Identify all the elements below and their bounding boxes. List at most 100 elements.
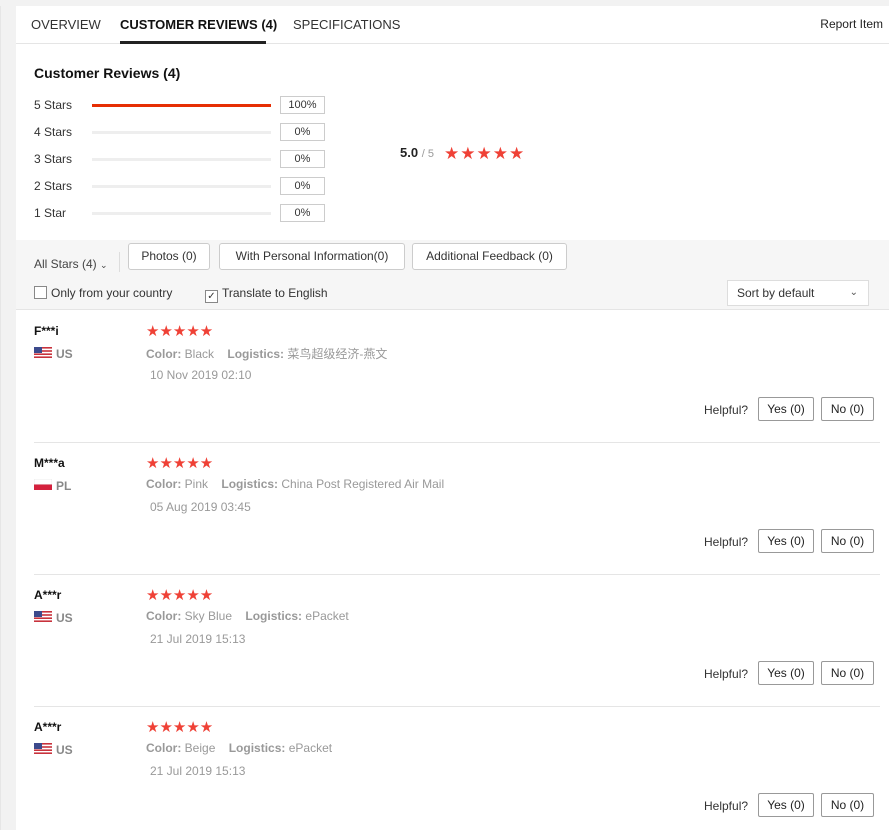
reviewer-country: US bbox=[56, 611, 73, 625]
helpful-label: Helpful? bbox=[704, 535, 749, 549]
helpful-label: Helpful? bbox=[704, 667, 749, 681]
reviewer-name: A***r bbox=[34, 588, 62, 602]
helpful-label: Helpful? bbox=[704, 799, 749, 813]
rating-row-2[interactable]: 2 Stars 0% bbox=[34, 177, 334, 195]
color-key: Color: bbox=[146, 347, 182, 361]
reviewer-name: M***a bbox=[34, 456, 65, 470]
review-stars-icon: ★★★★★ bbox=[146, 455, 214, 472]
rating-label: 4 Stars bbox=[34, 125, 73, 139]
rating-percent: 0% bbox=[280, 150, 325, 168]
pl-flag-icon bbox=[34, 479, 52, 490]
color-key: Color: bbox=[146, 609, 182, 623]
rating-percent: 0% bbox=[280, 177, 325, 195]
rating-label: 2 Stars bbox=[34, 179, 73, 193]
us-flag-icon bbox=[34, 743, 52, 754]
checkmark-icon[interactable]: ✓ bbox=[205, 290, 218, 303]
all-stars-dropdown[interactable]: All Stars (4) ⌄ bbox=[34, 257, 108, 271]
logistics-value: 菜鸟超级经济-燕文 bbox=[287, 347, 388, 361]
logistics-key: Logistics: bbox=[228, 741, 286, 755]
review-filter-bar: All Stars (4) ⌄ Photos (0) With Personal… bbox=[16, 240, 889, 310]
helpful-yes-button[interactable]: Yes (0) bbox=[758, 793, 814, 817]
logistics-value: ePacket bbox=[305, 609, 349, 623]
all-stars-label: All Stars (4) bbox=[34, 257, 97, 271]
active-tab-indicator bbox=[120, 41, 266, 44]
color-key: Color: bbox=[146, 477, 182, 491]
color-key: Color: bbox=[146, 741, 182, 755]
translate-checkbox[interactable]: ✓ Translate to English bbox=[205, 286, 328, 303]
color-value: Sky Blue bbox=[184, 609, 233, 623]
reviewer-name: F***i bbox=[34, 324, 59, 338]
checkbox-box[interactable] bbox=[34, 286, 47, 299]
review-stars-icon: ★★★★★ bbox=[146, 719, 214, 736]
rating-label: 1 Star bbox=[34, 206, 67, 220]
review-item: A***r US ★★★★★ Color: Beige Logistics: e… bbox=[16, 707, 889, 830]
helpful-no-button[interactable]: No (0) bbox=[821, 529, 874, 553]
only-country-label: Only from your country bbox=[51, 286, 173, 300]
review-attributes: Color: Sky Blue Logistics: ePacket bbox=[146, 609, 349, 623]
review-date: 21 Jul 2019 15:13 bbox=[150, 764, 246, 778]
rating-row-5[interactable]: 5 Stars 100% bbox=[34, 96, 334, 114]
sort-label: Sort by default bbox=[737, 286, 815, 300]
reviews-summary-title: Customer Reviews (4) bbox=[34, 65, 181, 81]
rating-bar bbox=[92, 212, 271, 215]
tab-overview[interactable]: OVERVIEW bbox=[31, 17, 101, 32]
average-out-of: / 5 bbox=[421, 148, 434, 160]
review-stars-icon: ★★★★★ bbox=[146, 323, 214, 340]
chevron-down-icon: ⌄ bbox=[849, 287, 858, 298]
helpful-no-button[interactable]: No (0) bbox=[821, 661, 874, 685]
tab-customer-reviews[interactable]: CUSTOMER REVIEWS (4) bbox=[120, 17, 277, 32]
reviewer-name: A***r bbox=[34, 720, 62, 734]
us-flag-icon bbox=[34, 611, 52, 622]
color-value: Pink bbox=[184, 477, 209, 491]
personal-info-filter-button[interactable]: With Personal Information(0) bbox=[219, 243, 405, 270]
helpful-no-button[interactable]: No (0) bbox=[821, 793, 874, 817]
review-attributes: Color: Beige Logistics: ePacket bbox=[146, 741, 332, 755]
additional-feedback-filter-button[interactable]: Additional Feedback (0) bbox=[412, 243, 567, 270]
logistics-key: Logistics: bbox=[227, 347, 285, 361]
logistics-key: Logistics: bbox=[221, 477, 279, 491]
translate-label: Translate to English bbox=[222, 286, 328, 300]
rating-row-3[interactable]: 3 Stars 0% bbox=[34, 150, 334, 168]
logistics-value: ePacket bbox=[288, 741, 333, 755]
tab-bar: OVERVIEW CUSTOMER REVIEWS (4) SPECIFICAT… bbox=[16, 6, 889, 44]
tab-specifications[interactable]: SPECIFICATIONS bbox=[293, 17, 400, 32]
helpful-yes-button[interactable]: Yes (0) bbox=[758, 529, 814, 553]
review-item: F***i US ★★★★★ Color: Black Logistics: 菜… bbox=[16, 311, 889, 443]
average-rating: 5.0 / 5 bbox=[400, 145, 434, 160]
rating-percent: 0% bbox=[280, 204, 325, 222]
divider bbox=[119, 252, 120, 272]
only-country-checkbox[interactable]: Only from your country bbox=[34, 286, 172, 300]
rating-row-1[interactable]: 1 Star 0% bbox=[34, 204, 334, 222]
reviews-panel: OVERVIEW CUSTOMER REVIEWS (4) SPECIFICAT… bbox=[16, 6, 889, 830]
average-value: 5.0 bbox=[400, 145, 419, 160]
rating-label: 5 Stars bbox=[34, 98, 73, 112]
review-date: 05 Aug 2019 03:45 bbox=[150, 500, 251, 514]
review-attributes: Color: Black Logistics: 菜鸟超级经济-燕文 bbox=[146, 345, 387, 362]
rating-bar-fill bbox=[92, 104, 271, 107]
report-item-link[interactable]: Report Item bbox=[820, 17, 883, 31]
helpful-yes-button[interactable]: Yes (0) bbox=[758, 661, 814, 685]
review-stars-icon: ★★★★★ bbox=[146, 587, 214, 604]
sort-select[interactable]: Sort by default ⌄ bbox=[727, 280, 869, 306]
review-date: 21 Jul 2019 15:13 bbox=[150, 632, 246, 646]
color-value: Black bbox=[184, 347, 215, 361]
logistics-value: China Post Registered Air Mail bbox=[281, 477, 445, 491]
photos-filter-button[interactable]: Photos (0) bbox=[128, 243, 210, 270]
average-stars-icon: ★★★★★ bbox=[444, 144, 526, 163]
rating-row-4[interactable]: 4 Stars 0% bbox=[34, 123, 334, 141]
review-date: 10 Nov 2019 02:10 bbox=[150, 368, 252, 382]
rating-bar bbox=[92, 158, 271, 161]
helpful-no-button[interactable]: No (0) bbox=[821, 397, 874, 421]
color-value: Beige bbox=[184, 741, 216, 755]
logistics-key: Logistics: bbox=[245, 609, 303, 623]
page-edge bbox=[0, 6, 1, 830]
us-flag-icon bbox=[34, 347, 52, 358]
reviewer-country: US bbox=[56, 347, 73, 361]
review-item: M***a PL ★★★★★ Color: Pink Logistics: Ch… bbox=[16, 443, 889, 575]
helpful-yes-button[interactable]: Yes (0) bbox=[758, 397, 814, 421]
rating-percent: 100% bbox=[280, 96, 325, 114]
rating-bar bbox=[92, 185, 271, 188]
rating-bar bbox=[92, 131, 271, 134]
rating-percent: 0% bbox=[280, 123, 325, 141]
helpful-label: Helpful? bbox=[704, 403, 749, 417]
